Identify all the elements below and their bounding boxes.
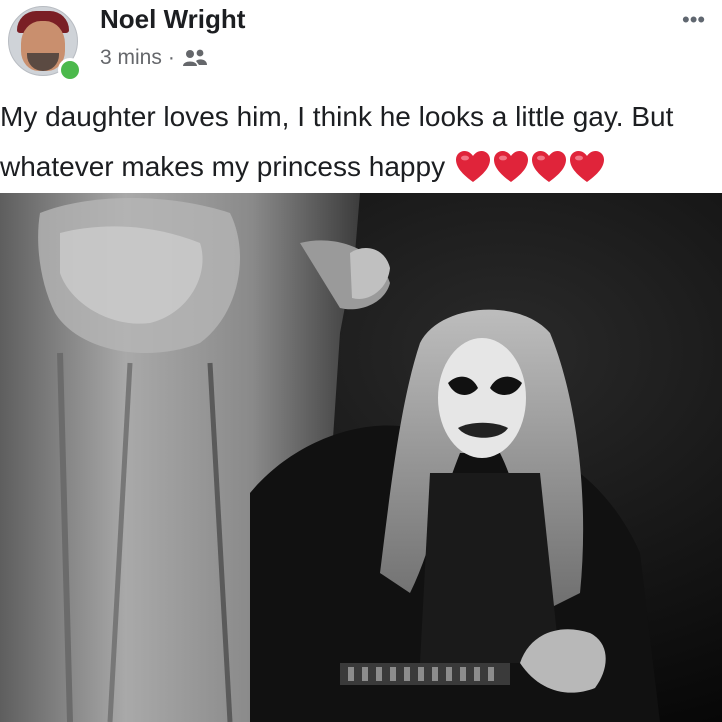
post-text-line-2: whatever makes my princess happy <box>0 142 722 192</box>
post-photo[interactable] <box>0 193 722 722</box>
post-text: My daughter loves him, I think he looks … <box>0 92 722 192</box>
heart-emoji-icon <box>456 150 491 182</box>
post-meta: 3 mins · <box>100 46 209 70</box>
heart-emoji-group <box>455 144 607 192</box>
author-name[interactable]: Noel Wright <box>100 4 245 35</box>
friends-icon[interactable] <box>181 48 209 68</box>
heart-emoji-icon <box>532 150 567 182</box>
post-timestamp[interactable]: 3 mins <box>100 46 162 70</box>
post-text-line-1: My daughter loves him, I think he looks … <box>0 101 674 132</box>
post-header: Noel Wright 3 mins · ••• <box>0 0 722 90</box>
post-photo-image <box>0 193 722 722</box>
meta-separator: · <box>167 46 175 69</box>
more-options-icon[interactable]: ••• <box>682 9 720 31</box>
online-status-dot <box>58 58 82 82</box>
heart-emoji-icon <box>570 150 605 182</box>
heart-emoji-icon <box>494 150 529 182</box>
post-text-line-2-content: whatever makes my princess happy <box>0 151 446 182</box>
